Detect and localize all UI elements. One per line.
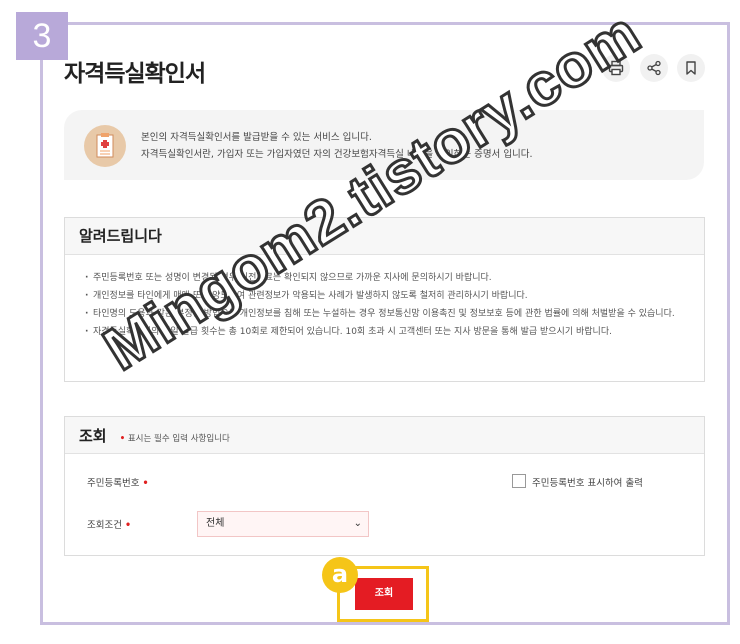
show-rrn-checkbox[interactable] [512,474,526,488]
search-button[interactable]: 조회 [355,578,413,610]
bookmark-button[interactable] [677,54,705,82]
condition-label-text: 조회조건 [87,520,122,531]
required-note-text: 표시는 필수 입력 사항입니다 [127,434,230,444]
required-note: • 표시는 필수 입력 사항입니다 [119,434,230,444]
rrn-input[interactable] [195,471,365,493]
condition-selected-value: 전체 [206,518,225,529]
rrn-label-text: 주민등록번호 [87,478,140,489]
show-rrn-checkbox-label[interactable]: 주민등록번호 표시하여 출력 [532,475,643,489]
query-section: 조회 • 표시는 필수 입력 사항입니다 주민등록번호 • 주민등록번호 표시하… [64,416,705,556]
document-icon [84,125,126,167]
share-icon [647,60,661,76]
rrn-label: 주민등록번호 • [87,478,149,489]
step-badge: 3 [16,12,68,60]
bookmark-icon [686,61,696,75]
query-title: 조회 [79,427,107,445]
condition-select[interactable]: 전체 ⌄ [197,511,369,537]
page-title: 자격득실확인서 [64,61,206,87]
annotation-marker: a [322,557,358,593]
query-header: 조회 • 표시는 필수 입력 사항입니다 [65,417,704,454]
condition-label: 조회조건 • [87,520,132,531]
chevron-down-icon: ⌄ [353,518,362,529]
